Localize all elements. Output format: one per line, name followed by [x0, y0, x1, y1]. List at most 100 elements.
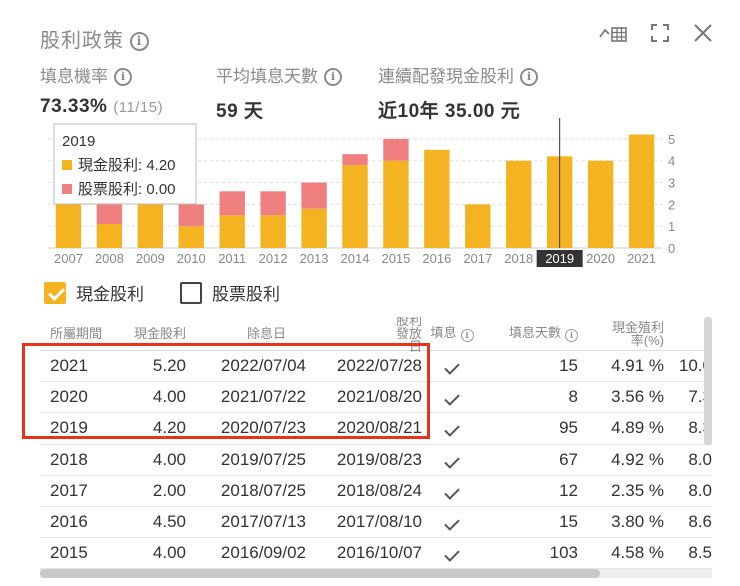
x-tick-label: 2018: [504, 251, 533, 266]
bar-cash-2017: [465, 204, 491, 248]
info-icon[interactable]: i: [460, 328, 474, 342]
cell-ex-date: 2017/07/13: [220, 512, 306, 532]
table-row[interactable]: 2019 4.20 2020/07/23 2020/08/21 95 4.89 % 8.3: [40, 413, 712, 445]
x-tick-label: 2012: [259, 251, 288, 266]
bar-stock-2010: [178, 204, 204, 227]
card-title: 股利政策 i: [40, 24, 149, 53]
info-icon[interactable]: i: [565, 328, 578, 342]
stock-dividend-checkbox[interactable]: [180, 281, 202, 304]
bar-cash-2016: [424, 149, 450, 248]
cell-yield: 3.80 %: [611, 512, 664, 532]
col-pay-date[interactable]: 股利發放日: [306, 317, 422, 353]
y-tick-label: 1: [668, 219, 675, 234]
check-icon: [444, 452, 460, 469]
card-title-text: 股利政策: [40, 30, 124, 52]
cell-pay-date: 2021/08/20: [336, 387, 422, 407]
cell-fill-days: 15: [559, 512, 578, 532]
cell-fill-days: 103: [549, 543, 578, 563]
bar-cash-2011: [219, 215, 245, 248]
check-icon: [444, 421, 460, 438]
chart-icon[interactable]: [598, 23, 628, 43]
cell-yield: 4.58 %: [611, 543, 664, 563]
stat-avg-days: 平均填息天數 i 59 天: [216, 62, 342, 123]
cell-yield: 4.89 %: [611, 418, 664, 438]
cell-yield: 4.91 %: [611, 356, 664, 376]
info-icon[interactable]: i: [520, 68, 538, 86]
legend-item-stock[interactable]: 股票股利: [180, 280, 280, 305]
bar-cash-2014: [342, 165, 368, 248]
cell-cash-dividend: 4.00: [152, 543, 186, 563]
cell-ex-date: 2022/07/04: [220, 356, 306, 376]
close-icon[interactable]: [692, 22, 714, 44]
x-tick-label: 2019: [545, 251, 574, 266]
cell-ex-date: 2018/07/25: [220, 480, 306, 500]
col-filled-label: 填息: [430, 325, 457, 340]
col-ex-date[interactable]: 除息日: [186, 327, 306, 340]
cell-ex-date: 2021/07/22: [220, 387, 306, 407]
bar-cash-2015: [383, 160, 409, 248]
info-icon[interactable]: i: [114, 68, 132, 86]
cell-yield: 2.35 %: [611, 480, 664, 500]
col-period[interactable]: 所屬期間: [40, 327, 116, 340]
table-row[interactable]: 2015 4.00 2016/09/02 2016/10/07 103 4.58 % 8.5: [40, 538, 712, 569]
x-tick-label: 2020: [586, 251, 615, 266]
bar-cash-2012: [260, 215, 286, 248]
col-fill-days[interactable]: 填息天數 i: [482, 326, 578, 342]
tooltip-swatch: [62, 160, 72, 170]
scrollbar-thumb[interactable]: [40, 569, 600, 578]
cell-cash-dividend: 4.00: [152, 387, 186, 407]
info-icon[interactable]: i: [324, 68, 342, 86]
horizontal-scrollbar[interactable]: [40, 569, 712, 578]
bar-cash-2018: [506, 160, 532, 248]
col-yield[interactable]: 現金殖利率(%): [578, 321, 664, 347]
col-cash-dividend[interactable]: 現金股利: [116, 327, 186, 340]
vertical-scrollbar[interactable]: [704, 317, 712, 445]
x-tick-label: 2021: [627, 251, 656, 266]
legend-item-cash[interactable]: 現金股利: [44, 280, 144, 305]
cell-cash-dividend: 5.20: [152, 356, 186, 376]
cell-filled: [422, 543, 482, 563]
cell-filled: [422, 387, 482, 407]
y-tick-label: 4: [668, 154, 675, 169]
table-body: 2021 5.20 2022/07/04 2022/07/28 15 4.91 % 10.0…: [40, 351, 712, 569]
cell-period: 2019: [50, 418, 88, 438]
cell-ex-date: 2020/07/23: [220, 418, 306, 438]
table-header: 所屬期間 現金股利 除息日 股利發放日 填息i 填息天數i 現金殖利率(%) E: [40, 317, 712, 353]
cell-pay-date: 2017/08/10: [336, 512, 422, 532]
stat-label: 連續配發現金股利: [378, 67, 514, 86]
check-icon: [444, 546, 460, 562]
header-icons: [598, 22, 714, 44]
cell-fill-days: 67: [559, 449, 578, 469]
table-row[interactable]: 2016 4.50 2017/07/13 2017/08/10 15 3.80 % 8.6: [40, 507, 712, 539]
cash-dividend-checkbox[interactable]: [44, 281, 66, 304]
check-icon: [444, 359, 460, 375]
x-tick-label: 2015: [381, 251, 410, 266]
cell-period: 2021: [50, 356, 88, 376]
bar-cash-2007: [55, 204, 82, 248]
fullscreen-icon[interactable]: [650, 23, 670, 43]
cell-period: 2015: [50, 543, 88, 563]
table-row[interactable]: 2020 4.00 2021/07/22 2021/08/20 8 3.56 % 7.3: [40, 382, 712, 414]
y-tick-label: 5: [668, 132, 675, 147]
check-icon: [444, 484, 460, 500]
cell-pay-date: 2019/08/23: [336, 449, 422, 469]
cell-filled: [422, 512, 482, 532]
info-icon[interactable]: i: [130, 32, 149, 51]
bar-stock-2015: [383, 138, 409, 161]
table-row[interactable]: 2021 5.20 2022/07/04 2022/07/28 15 4.91 % 10.0: [40, 351, 712, 383]
table-row[interactable]: 2018 4.00 2019/07/25 2019/08/23 67 4.92 % 8.0: [40, 445, 712, 476]
cell-ex-date: 2019/07/25: [220, 449, 306, 469]
col-filled[interactable]: 填息 i: [422, 326, 482, 342]
y-tick-label: 2: [668, 197, 675, 212]
cell-ex-date: 2016/09/02: [220, 543, 306, 563]
x-tick-label: 2007: [54, 251, 83, 266]
table-row[interactable]: 2017 2.00 2018/07/25 2018/08/24 12 2.35 % 8.0: [40, 476, 712, 507]
cell-pay-date: 2020/08/21: [336, 418, 422, 438]
bar-cash-2009: [137, 204, 164, 248]
cell-fill-days: 8: [568, 387, 578, 407]
cell-yield: 3.56 %: [611, 387, 664, 407]
cell-period: 2020: [50, 387, 88, 407]
tooltip-title: 2019: [62, 133, 95, 150]
bar-stock-2011: [219, 191, 245, 216]
dividend-table: 所屬期間 現金股利 除息日 股利發放日 填息i 填息天數i 現金殖利率(%) E…: [40, 317, 712, 569]
